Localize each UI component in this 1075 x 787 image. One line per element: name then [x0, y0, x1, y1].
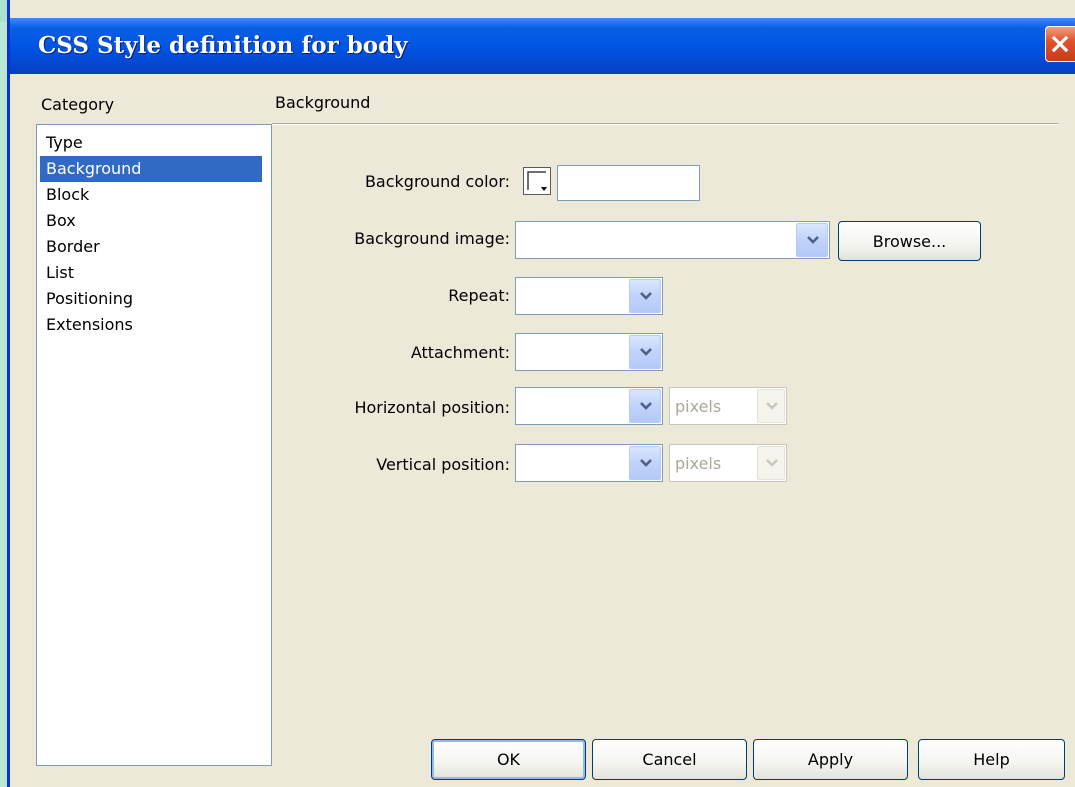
- category-item-type[interactable]: Type: [40, 130, 262, 156]
- swatch-frame-icon: [527, 171, 546, 190]
- vertical-position-combo[interactable]: [515, 444, 663, 482]
- category-list[interactable]: Type Background Block Box Border List Position…: [36, 124, 272, 766]
- category-item-block[interactable]: Block: [40, 182, 262, 208]
- window-title: CSS Style definition for body: [38, 32, 408, 59]
- repeat-label: Repeat:: [448, 286, 510, 305]
- attachment-label: Attachment:: [410, 343, 510, 362]
- category-item-extensions[interactable]: Extensions: [40, 312, 262, 338]
- category-item-box[interactable]: Box: [40, 208, 262, 234]
- category-label: Category: [41, 95, 115, 114]
- category-item-positioning[interactable]: Positioning: [40, 286, 262, 312]
- attachment-combo[interactable]: [515, 333, 663, 371]
- vertical-position-dropdown-button[interactable]: [629, 446, 661, 480]
- horizontal-unit-dropdown-button[interactable]: [757, 389, 785, 423]
- background-image-combo[interactable]: [515, 221, 830, 259]
- help-button[interactable]: Help: [918, 739, 1065, 780]
- chevron-down-icon: [766, 459, 778, 467]
- repeat-combo[interactable]: [515, 277, 663, 315]
- chevron-down-icon: [640, 402, 652, 410]
- dialog-window: CSS Style definition for body Category T…: [7, 0, 1075, 787]
- close-icon: [1051, 35, 1069, 53]
- repeat-dropdown-button[interactable]: [629, 279, 661, 313]
- apply-button[interactable]: Apply: [753, 739, 908, 780]
- background-image-dropdown-button[interactable]: [796, 223, 828, 257]
- browse-button[interactable]: Browse...: [838, 221, 981, 261]
- vertical-unit-combo[interactable]: pixels: [669, 444, 787, 482]
- color-picker-button[interactable]: [523, 167, 551, 195]
- category-item-background[interactable]: Background: [40, 156, 262, 182]
- vertical-unit-dropdown-button[interactable]: [757, 446, 785, 480]
- category-item-border[interactable]: Border: [40, 234, 262, 260]
- background-color-label: Background color:: [364, 172, 510, 191]
- chevron-down-icon: [640, 292, 652, 300]
- section-title: Background: [275, 93, 371, 112]
- chevron-down-icon: [766, 402, 778, 410]
- title-bar[interactable]: CSS Style definition for body: [10, 18, 1075, 74]
- chevron-down-icon: [807, 236, 819, 244]
- attachment-dropdown-button[interactable]: [629, 335, 661, 369]
- chevron-down-icon: [640, 459, 652, 467]
- cancel-button[interactable]: Cancel: [592, 739, 747, 780]
- horizontal-position-label: Horizontal position:: [354, 398, 510, 417]
- horizontal-position-combo[interactable]: [515, 387, 663, 425]
- horizontal-unit-combo[interactable]: pixels: [669, 387, 787, 425]
- horizontal-position-dropdown-button[interactable]: [629, 389, 661, 423]
- background-image-label: Background image:: [354, 229, 510, 248]
- section-divider: [272, 123, 1058, 125]
- vertical-position-label: Vertical position:: [376, 455, 510, 474]
- close-button[interactable]: [1045, 26, 1075, 62]
- category-item-list[interactable]: List: [40, 260, 262, 286]
- chevron-down-icon: [640, 348, 652, 356]
- background-color-input[interactable]: [557, 165, 700, 201]
- vertical-unit-value: pixels: [675, 453, 722, 473]
- horizontal-unit-value: pixels: [675, 396, 722, 416]
- ok-button[interactable]: OK: [431, 739, 586, 780]
